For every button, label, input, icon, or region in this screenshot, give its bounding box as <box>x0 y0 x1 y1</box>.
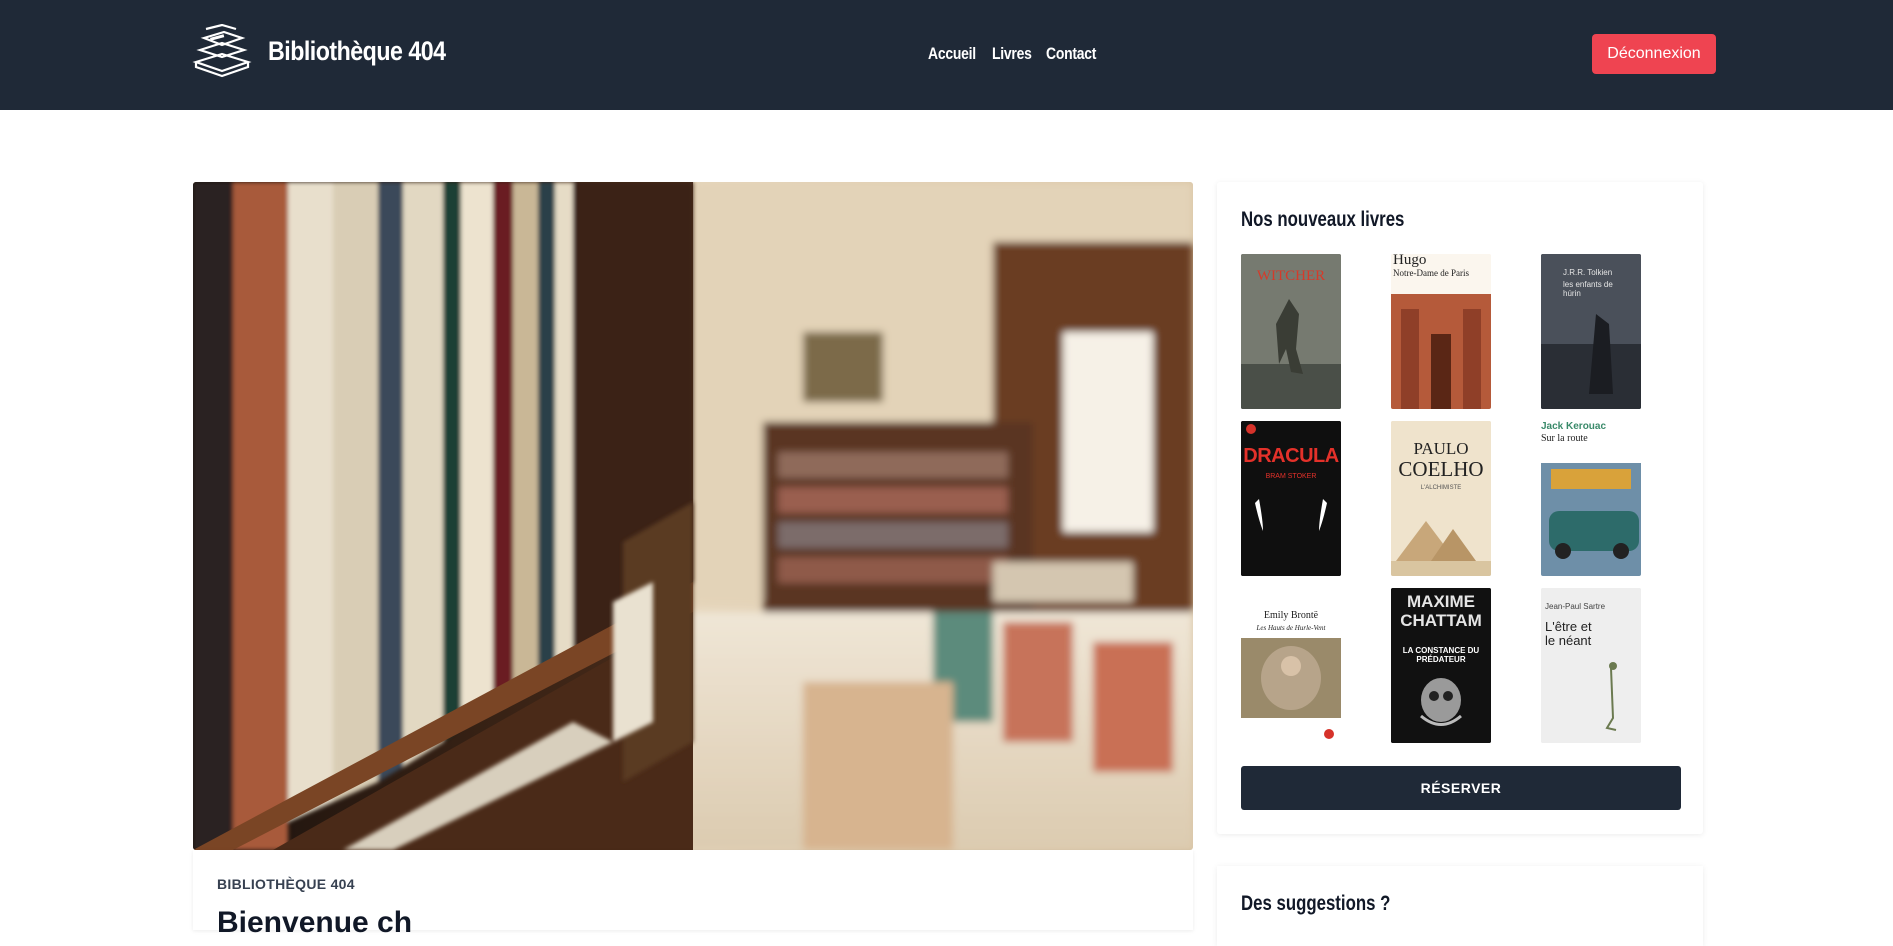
book-cover-dracula[interactable]: DRACULA BRAM STOKER <box>1241 421 1341 576</box>
book-title: les enfants de húrin <box>1563 280 1613 298</box>
book-stack-logo-icon[interactable] <box>192 23 252 78</box>
book-author: PAULO <box>1413 439 1469 458</box>
book-title: Les Hauts de Hurle-Vent <box>1256 624 1326 632</box>
suggestions-card: Des suggestions ? <box>1217 866 1703 946</box>
book-title: LA CONSTANCE DU PRÉDATEUR <box>1402 646 1480 664</box>
book-cover-notre-dame[interactable]: Hugo Notre-Dame de Paris <box>1391 254 1491 409</box>
reserve-button[interactable]: RÉSERVER <box>1241 766 1681 810</box>
book-title: Notre-Dame de Paris <box>1393 268 1469 278</box>
main-nav: Accueil Livres Contact <box>928 44 1096 64</box>
book-author: Emily Brontë <box>1263 610 1319 621</box>
nav-link-accueil[interactable]: Accueil <box>928 44 976 64</box>
new-books-card: Nos nouveaux livres WITCHER Hugo Notre-D… <box>1217 182 1703 834</box>
book-author: BRAM STOKER <box>1265 473 1317 480</box>
book-subtitle: L'ALCHIMISTE <box>1420 485 1462 491</box>
book-author: Hugo <box>1393 254 1427 268</box>
book-title: Sur la route <box>1541 433 1588 444</box>
article-title: Bienvenue ch <box>217 906 413 939</box>
book-title: COELHO <box>1398 457 1484 481</box>
logout-button[interactable]: Déconnexion <box>1592 34 1716 74</box>
book-cover-constance-predateur[interactable]: MAXIME CHATTAM LA CONSTANCE DU PRÉDATEUR <box>1391 588 1491 743</box>
book-title: L'être et le néant <box>1545 619 1592 648</box>
article-kicker: BIBLIOTHÈQUE 404 <box>217 876 355 892</box>
new-books-title: Nos nouveaux livres <box>1241 208 1405 231</box>
book-cover-alchimiste[interactable]: PAULO COELHO L'ALCHIMISTE <box>1391 421 1491 576</box>
top-navbar: Bibliothèque 404 Accueil Livres Contact … <box>0 0 1893 110</box>
book-cover-hauts-de-hurle-vent[interactable]: Emily Brontë Les Hauts de Hurle-Vent <box>1241 588 1341 743</box>
book-author: J.R.R. Tolkien <box>1563 268 1613 277</box>
book-cover-sur-la-route[interactable]: Jack Kerouac Sur la route <box>1541 421 1641 576</box>
nav-link-contact[interactable]: Contact <box>1046 44 1096 64</box>
book-title: DRACULA <box>1243 445 1339 467</box>
book-author: Jack Kerouac <box>1541 421 1607 432</box>
book-cover-hurin[interactable]: J.R.R. Tolkien les enfants de húrin <box>1541 254 1641 409</box>
library-hero-image <box>193 182 1193 850</box>
book-author: Jean-Paul Sartre <box>1545 602 1606 611</box>
book-cover-witcher[interactable]: WITCHER <box>1241 254 1341 409</box>
brand-name[interactable]: Bibliothèque 404 <box>268 36 446 67</box>
book-cover-etre-et-neant[interactable]: Jean-Paul Sartre L'être et le néant <box>1541 588 1641 743</box>
suggestions-title: Des suggestions ? <box>1241 892 1391 915</box>
nav-link-livres[interactable]: Livres <box>992 44 1032 64</box>
welcome-article-card: BIBLIOTHÈQUE 404 Bienvenue ch <box>193 850 1193 939</box>
book-title: WITCHER <box>1256 268 1326 284</box>
book-author: MAXIME CHATTAM <box>1400 592 1482 630</box>
